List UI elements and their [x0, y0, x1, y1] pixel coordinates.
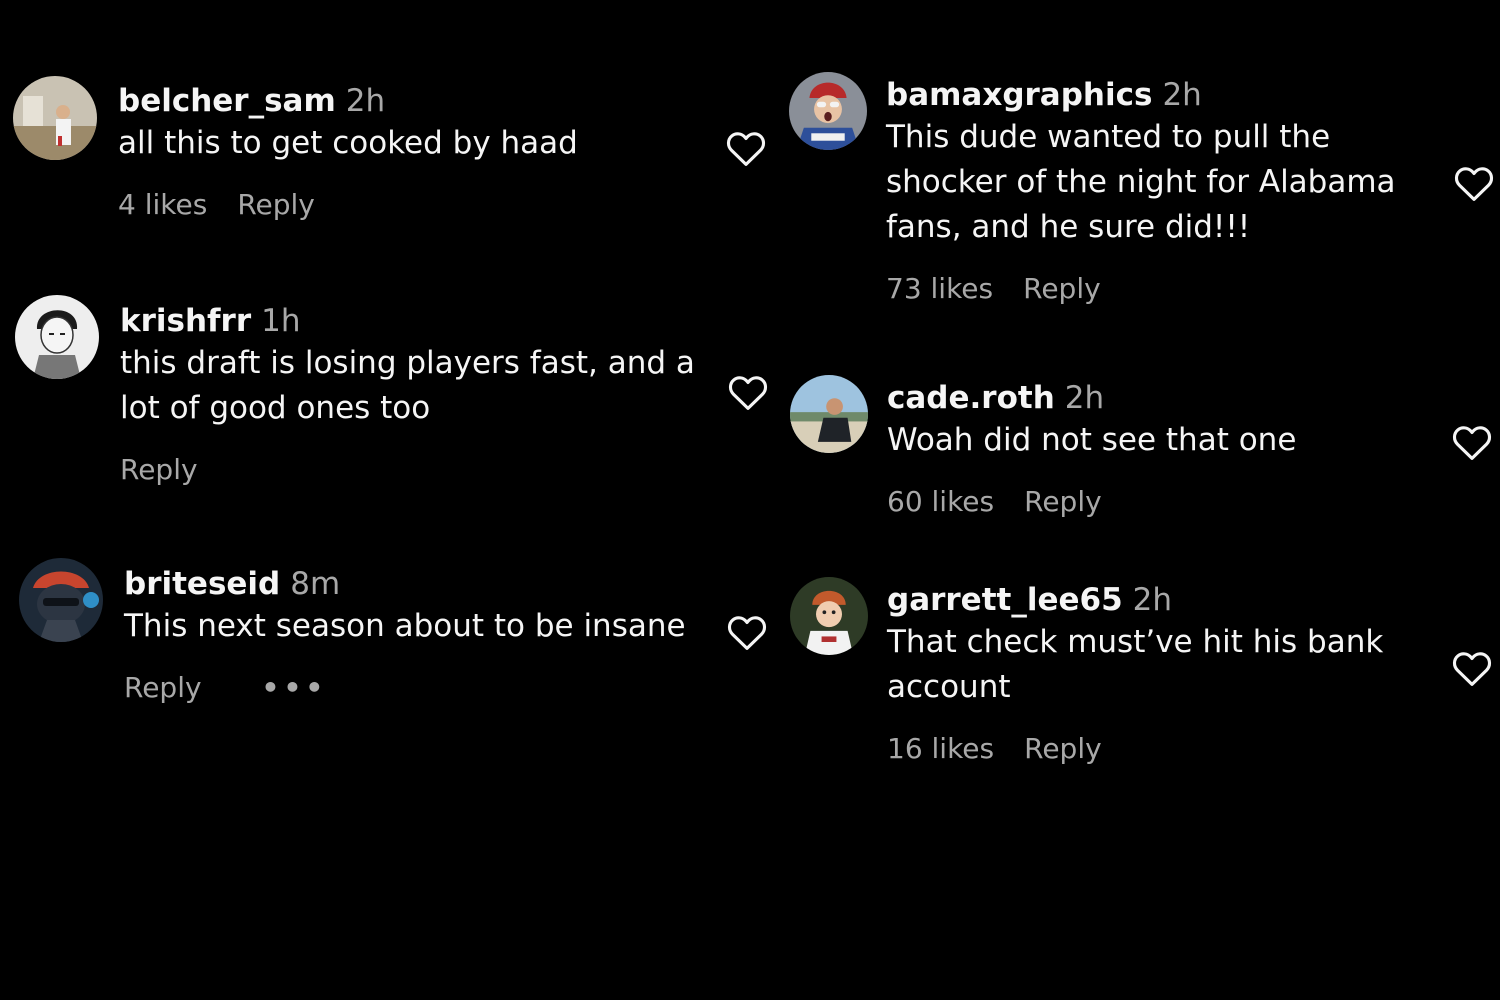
timestamp: 2h: [345, 83, 386, 119]
comment-text: all this to get cooked by haad: [118, 125, 578, 161]
comment-text: That check must’ve hit his bank account: [887, 624, 1384, 705]
heart-outline-icon[interactable]: [726, 613, 768, 651]
username[interactable]: bamaxgraphics: [886, 77, 1152, 113]
likes-count[interactable]: 16 likes: [887, 732, 994, 765]
likes-count[interactable]: 73 likes: [886, 272, 993, 305]
avatar[interactable]: [19, 558, 103, 642]
username[interactable]: garrett_lee65: [887, 582, 1123, 618]
avatar[interactable]: [790, 577, 868, 655]
timestamp: 8m: [290, 566, 341, 602]
username[interactable]: briteseid: [124, 566, 280, 602]
reply-button[interactable]: Reply: [124, 671, 202, 704]
reply-button[interactable]: Reply: [1023, 272, 1101, 305]
avatar[interactable]: [790, 375, 868, 453]
avatar[interactable]: [13, 76, 97, 160]
reply-button[interactable]: Reply: [237, 188, 315, 221]
username[interactable]: cade.roth: [887, 380, 1055, 416]
heart-outline-icon[interactable]: [727, 373, 769, 411]
comment-text: This next season about to be insane: [124, 608, 686, 644]
comment-text: Woah did not see that one: [887, 422, 1297, 458]
heart-outline-icon[interactable]: [1453, 164, 1495, 202]
comment-text: This dude wanted to pull the shocker of …: [886, 119, 1396, 245]
username[interactable]: krishfrr: [120, 303, 251, 339]
reply-button[interactable]: Reply: [120, 453, 198, 486]
timestamp: 2h: [1162, 77, 1202, 113]
reply-button[interactable]: Reply: [1024, 485, 1102, 518]
heart-outline-icon[interactable]: [725, 129, 767, 167]
timestamp: 1h: [261, 303, 301, 339]
timestamp: 2h: [1132, 582, 1173, 618]
comment-text: this draft is losing players fast, and a…: [120, 345, 695, 426]
more-horizontal-icon[interactable]: •••: [262, 671, 328, 704]
reply-button[interactable]: Reply: [1024, 732, 1102, 765]
likes-count[interactable]: 60 likes: [887, 485, 994, 518]
heart-outline-icon[interactable]: [1451, 423, 1493, 461]
likes-count[interactable]: 4 likes: [118, 188, 207, 221]
avatar[interactable]: [15, 295, 99, 379]
username[interactable]: belcher_sam: [118, 83, 336, 119]
heart-outline-icon[interactable]: [1451, 649, 1493, 687]
avatar[interactable]: [789, 72, 867, 150]
timestamp: 2h: [1064, 380, 1105, 416]
